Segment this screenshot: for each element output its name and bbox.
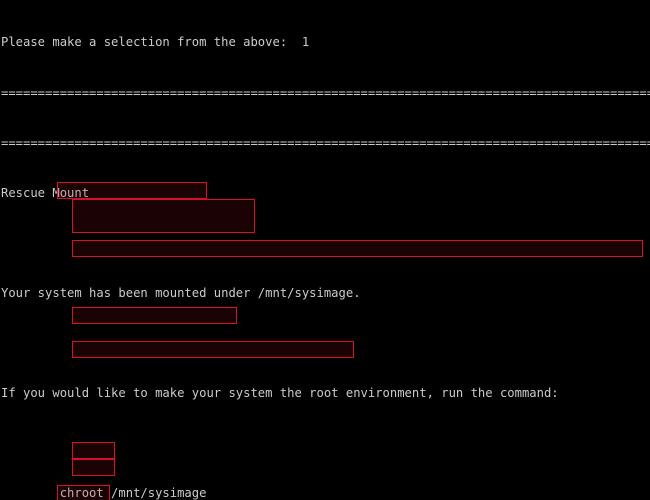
terminal-line: If you would like to make your system th… [1, 386, 559, 401]
terminal-output: Please make a selection from the above: … [1, 1, 650, 500]
terminal-line: Rescue Mount [1, 185, 90, 200]
terminal-line: ========================================… [1, 85, 650, 100]
terminal-window[interactable]: Please make a selection from the above: … [0, 0, 650, 500]
terminal-line: Your system has been mounted under /mnt/… [1, 285, 361, 300]
terminal-line: chroot /mnt/sysimage [1, 486, 207, 500]
terminal-line: Please make a selection from the above: … [1, 35, 310, 50]
terminal-line: ========================================… [1, 135, 650, 150]
